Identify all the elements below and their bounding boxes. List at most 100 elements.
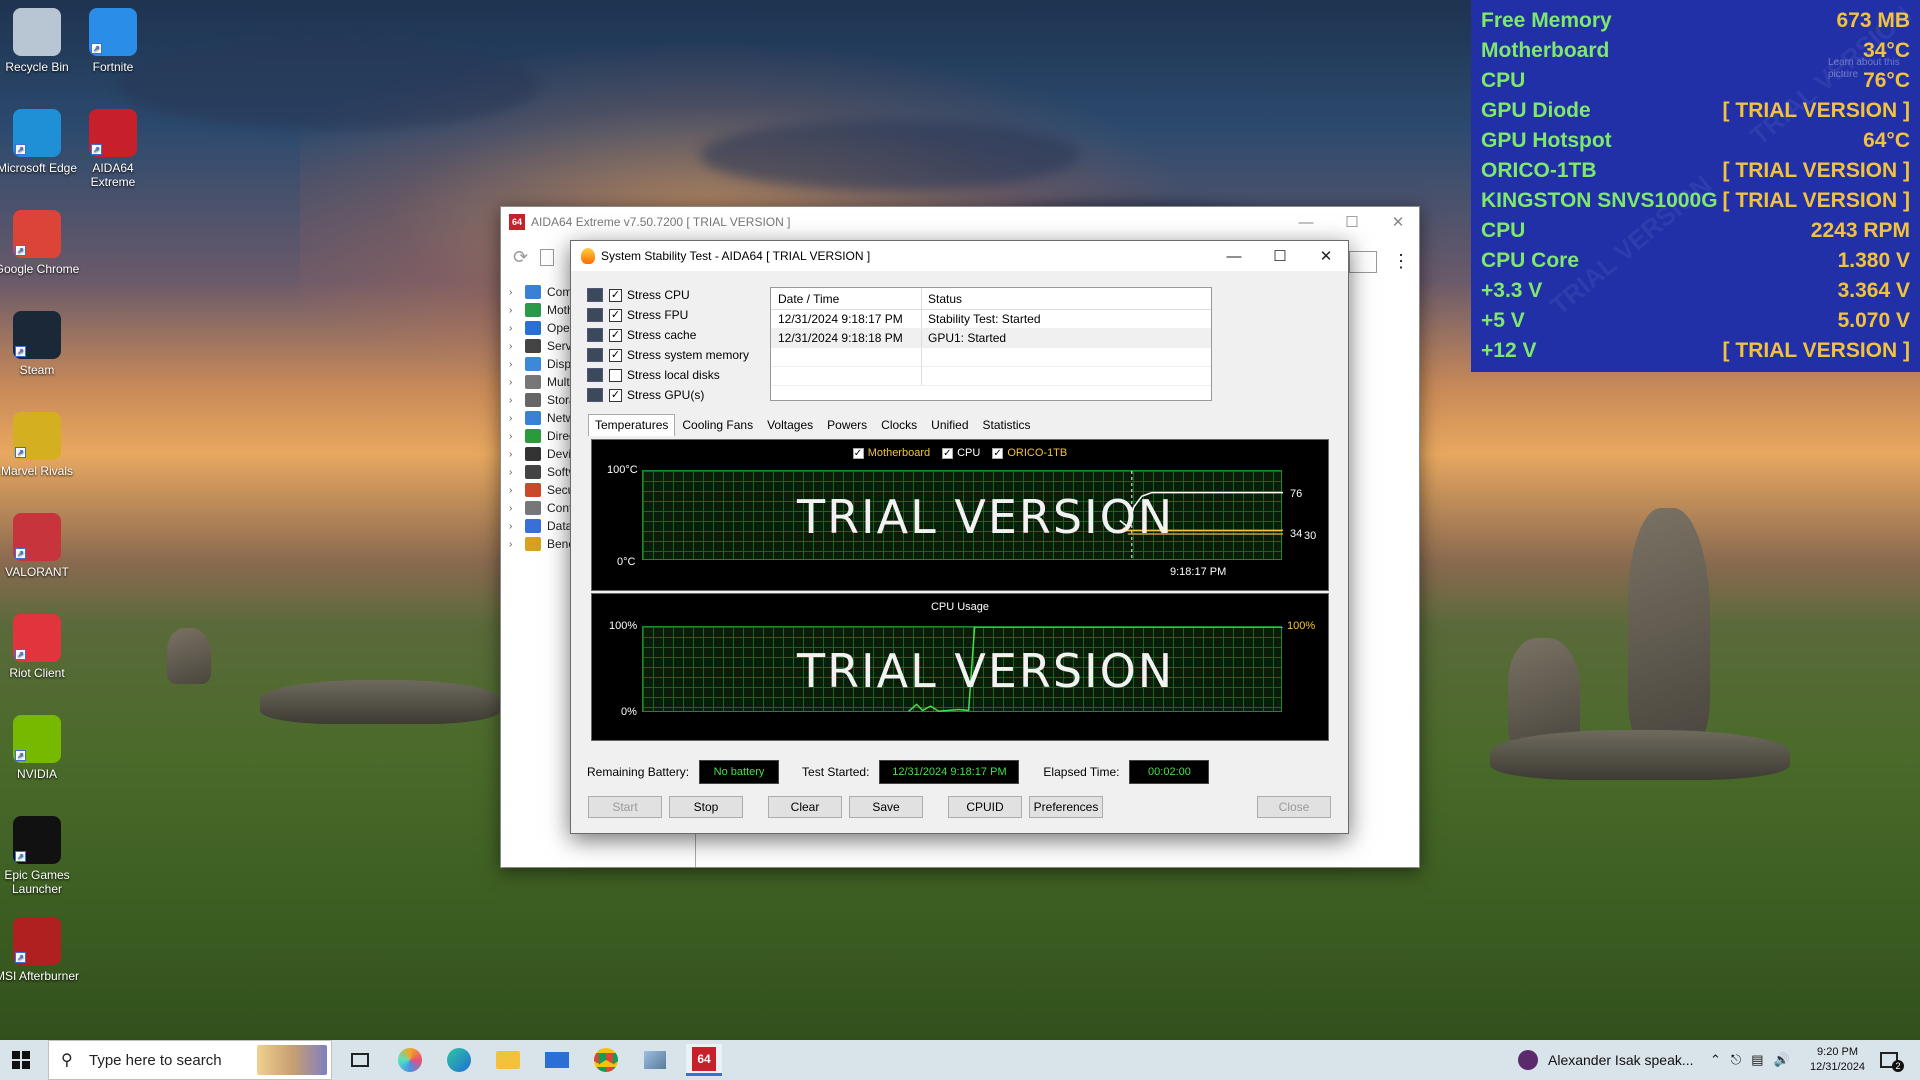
legend-item[interactable]: ✓ CPU — [942, 447, 980, 459]
system-tray: ⌃ ⎋ ▤ 🔊 — [1710, 1040, 1790, 1080]
expand-arrow-icon[interactable]: › — [509, 413, 519, 424]
stress-checkbox[interactable]: ✓ — [609, 328, 622, 342]
learn-about-picture[interactable]: Learn about this picture — [1828, 57, 1908, 81]
stop-button[interactable]: Stop — [669, 796, 743, 818]
more-options-icon[interactable]: ⋮ — [1392, 251, 1410, 272]
tab-powers[interactable]: Powers — [820, 414, 874, 436]
dialog-maximize-button[interactable]: ☐ — [1257, 241, 1303, 271]
expand-arrow-icon[interactable]: › — [509, 305, 519, 316]
osd-row: CPU 2243 RPM — [1481, 216, 1910, 246]
taskbar-mail[interactable] — [539, 1044, 575, 1076]
desktop-icon-epic-games[interactable]: ↗ Epic Games Launcher — [0, 816, 81, 896]
desktop-icon-fortnite[interactable]: ↗ Fortnite — [69, 8, 157, 74]
expand-arrow-icon[interactable]: › — [509, 503, 519, 514]
notification-center-button[interactable]: 2 — [1880, 1040, 1904, 1080]
tab-temperatures[interactable]: Temperatures — [588, 414, 676, 436]
main-maximize-button[interactable]: ☐ — [1329, 207, 1375, 237]
save-button[interactable]: Save — [849, 796, 923, 818]
log-row[interactable] — [771, 348, 1211, 367]
desktop-icon-aida64[interactable]: ↗ AIDA64 Extreme — [69, 109, 157, 189]
event-log[interactable]: Date / Time Status 12/31/2024 9:18:17 PM… — [770, 287, 1212, 401]
log-header-datetime[interactable]: Date / Time — [771, 288, 922, 309]
stress-option[interactable]: ✓ Stress CPU — [587, 285, 690, 305]
close-button[interactable]: Close — [1257, 796, 1331, 818]
main-window-titlebar[interactable]: 64 AIDA64 Extreme v7.50.7200 [ TRIAL VER… — [501, 207, 1419, 237]
taskbar-edge[interactable] — [441, 1044, 477, 1076]
taskbar-copilot[interactable] — [392, 1044, 428, 1076]
stress-checkbox[interactable]: ✓ — [609, 308, 622, 322]
cpuid-button[interactable]: CPUID — [948, 796, 1022, 818]
taskbar-aida64[interactable]: 64 — [686, 1044, 722, 1076]
expand-arrow-icon[interactable]: › — [509, 395, 519, 406]
desktop-icon-label: Steam — [19, 363, 55, 377]
start-button[interactable] — [12, 1051, 30, 1069]
expand-arrow-icon[interactable]: › — [509, 341, 519, 352]
clear-button[interactable]: Clear — [768, 796, 842, 818]
volume-icon[interactable]: 🔊 — [1774, 1052, 1790, 1068]
tab-unified[interactable]: Unified — [924, 414, 975, 436]
desktop-icon-msi-afterburner[interactable]: ↗ MSI Afterburner — [0, 917, 81, 983]
expand-arrow-icon[interactable]: › — [509, 359, 519, 370]
taskbar-chrome[interactable] — [588, 1044, 624, 1076]
expand-arrow-icon[interactable]: › — [509, 449, 519, 460]
sensor-osd-panel: TRIAL VERSION TRIAL VERSION Learn about … — [1471, 0, 1920, 372]
preferences-button[interactable]: Preferences — [1029, 796, 1103, 818]
dialog-close-button[interactable]: ✕ — [1303, 241, 1349, 271]
desktop-icon-valorant[interactable]: ↗ VALORANT — [0, 513, 81, 579]
network-icon[interactable]: ▤ — [1751, 1052, 1763, 1068]
log-header-status[interactable]: Status — [922, 292, 962, 306]
tray-overflow-icon[interactable]: ⌃ — [1710, 1052, 1721, 1068]
taskbar-search-box[interactable]: ⚲ Type here to search — [48, 1040, 332, 1080]
desktop-icon-steam[interactable]: ↗ Steam — [0, 311, 81, 377]
stress-checkbox[interactable]: ✓ — [609, 388, 622, 402]
start-button[interactable]: Start — [588, 796, 662, 818]
desktop-icon-nvidia[interactable]: ↗ NVIDIA — [0, 715, 81, 781]
search-highlight-image[interactable] — [257, 1045, 327, 1075]
legend-checkbox[interactable]: ✓ — [942, 447, 954, 459]
tab-statistics[interactable]: Statistics — [976, 414, 1038, 436]
tab-clocks[interactable]: Clocks — [874, 414, 924, 436]
taskbar-file-explorer[interactable] — [490, 1044, 526, 1076]
expand-arrow-icon[interactable]: › — [509, 467, 519, 478]
expand-arrow-icon[interactable]: › — [509, 323, 519, 334]
desktop-icon-chrome[interactable]: ↗ Google Chrome — [0, 210, 81, 276]
tab-voltages[interactable]: Voltages — [760, 414, 820, 436]
refresh-icon[interactable]: ⟳ — [513, 247, 528, 268]
dialog-minimize-button[interactable]: — — [1211, 241, 1257, 271]
task-view-button[interactable] — [342, 1044, 378, 1076]
expand-arrow-icon[interactable]: › — [509, 539, 519, 550]
stress-option[interactable]: ✓ Stress GPU(s) — [587, 385, 704, 405]
news-widget[interactable]: Alexander Isak speak... — [1518, 1040, 1694, 1080]
expand-arrow-icon[interactable]: › — [509, 431, 519, 442]
legend-checkbox[interactable]: ✓ — [852, 447, 864, 459]
desktop-icon-marvel-rivals[interactable]: ↗ Marvel Rivals — [0, 412, 81, 478]
stress-option[interactable]: ✓ Stress FPU — [587, 305, 688, 325]
report-icon[interactable] — [540, 248, 555, 266]
stress-option[interactable]: Stress local disks — [587, 365, 720, 385]
dialog-titlebar[interactable]: System Stability Test - AIDA64 [ TRIAL V… — [571, 241, 1348, 271]
expand-arrow-icon[interactable]: › — [509, 287, 519, 298]
log-row[interactable]: 12/31/2024 9:18:18 PM GPU1: Started — [771, 329, 1211, 348]
usb-icon[interactable]: ⎋ — [1731, 1052, 1741, 1068]
expand-arrow-icon[interactable]: › — [509, 377, 519, 388]
stress-checkbox[interactable] — [609, 368, 622, 382]
log-row[interactable] — [771, 367, 1211, 386]
expand-arrow-icon[interactable]: › — [509, 485, 519, 496]
taskbar-photos[interactable] — [637, 1044, 673, 1076]
log-row[interactable]: 12/31/2024 9:18:17 PM Stability Test: Sta… — [771, 310, 1211, 329]
osd-label: CPU — [1481, 219, 1526, 242]
stress-option[interactable]: ✓ Stress cache — [587, 325, 696, 345]
stress-checkbox[interactable]: ✓ — [609, 288, 622, 302]
main-close-button[interactable]: ✕ — [1375, 207, 1421, 237]
desktop-icon-riot-client[interactable]: ↗ Riot Client — [0, 614, 81, 680]
clock[interactable]: 9:20 PM 12/31/2024 — [1810, 1040, 1865, 1080]
expand-arrow-icon[interactable]: › — [509, 521, 519, 532]
main-minimize-button[interactable]: — — [1283, 207, 1329, 237]
tab-cooling-fans[interactable]: Cooling Fans — [675, 414, 760, 436]
search-box[interactable] — [1349, 251, 1377, 273]
legend-checkbox[interactable]: ✓ — [992, 447, 1004, 459]
stress-checkbox[interactable]: ✓ — [609, 348, 622, 362]
stress-option[interactable]: ✓ Stress system memory — [587, 345, 749, 365]
legend-item[interactable]: ✓ Motherboard — [852, 447, 930, 459]
legend-item[interactable]: ✓ ORICO-1TB — [992, 447, 1067, 459]
